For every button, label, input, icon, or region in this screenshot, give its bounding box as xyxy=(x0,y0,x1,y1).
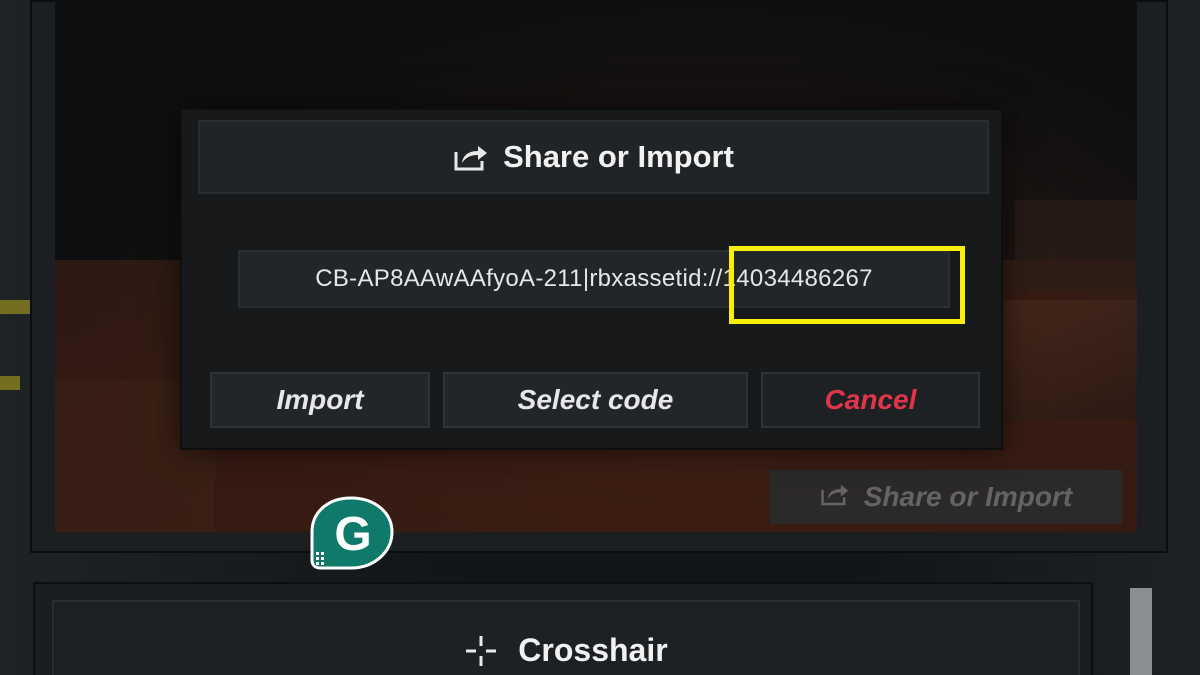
select-code-button-label: Select code xyxy=(517,384,674,415)
modal-button-row: Import Select code Cancel xyxy=(210,372,980,428)
import-button-label: Import xyxy=(276,384,364,415)
cancel-button[interactable]: Cancel xyxy=(761,372,980,428)
background-share-label: Share or Import xyxy=(863,481,1073,512)
crosshair-icon xyxy=(464,632,498,668)
crosshair-section-title: Crosshair xyxy=(518,632,668,668)
modal-title: Share or Import xyxy=(503,139,734,174)
background-decoration xyxy=(0,376,20,390)
game-settings-screen: Share or Import Share or Import CB-AP8AA… xyxy=(0,0,1200,675)
background-decoration xyxy=(0,300,34,314)
asset-id-highlight xyxy=(729,246,965,324)
select-code-button[interactable]: Select code xyxy=(443,372,748,428)
modal-header: Share or Import xyxy=(198,120,989,194)
import-button[interactable]: Import xyxy=(210,372,430,428)
cancel-button-label: Cancel xyxy=(824,384,917,415)
svg-text:G: G xyxy=(334,508,371,561)
background-share-import-button[interactable]: Share or Import xyxy=(770,470,1122,524)
share-import-modal: Share or Import CB-AP8AAwAAfyoA-211|rbxa… xyxy=(180,108,1003,450)
share-icon xyxy=(820,481,850,514)
crosshair-section-header[interactable]: Crosshair xyxy=(52,600,1080,675)
scrollbar[interactable] xyxy=(1130,588,1152,675)
share-icon xyxy=(453,142,489,172)
watermark-logo: G xyxy=(308,496,394,570)
